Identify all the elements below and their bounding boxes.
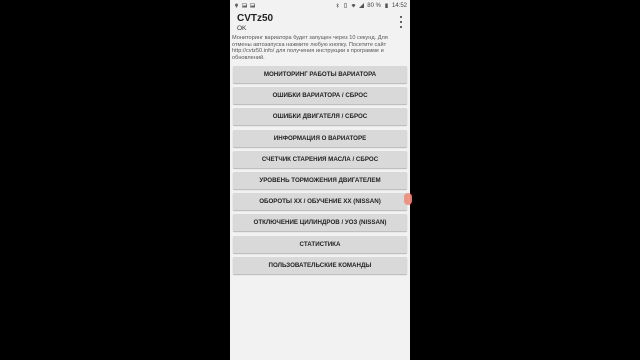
phone-screen: 80 % 14:52 CVTz50 OK Мониторинг вариатор… (230, 0, 410, 360)
app-title: CVTz50 (237, 13, 274, 24)
touch-indicator (404, 193, 412, 205)
autostart-info-text: Мониторинг вариатора будет запущен через… (232, 35, 388, 61)
location-icon (235, 3, 238, 8)
vibrate-icon (344, 3, 348, 8)
user-commands-button[interactable]: ПОЛЬЗОВАТЕЛЬСКИЕ КОМАНДЫ (233, 256, 407, 274)
image-icon (250, 3, 255, 8)
status-bar: 80 % 14:52 (230, 0, 410, 11)
clock: 14:52 (391, 2, 407, 9)
notification-icons (234, 3, 255, 8)
engine-braking-level-button[interactable]: УРОВЕНЬ ТОРМОЖЕНИЯ ДВИГАТЕЛЕМ (233, 171, 407, 189)
image-icon (242, 3, 247, 8)
bluetooth-icon (336, 3, 340, 8)
cylinder-cutoff-button[interactable]: ОТКЛЮЧЕНИЕ ЦИЛИНДРОВ / УОЗ (NISSAN) (233, 214, 407, 232)
oil-aging-counter-button[interactable]: СЧЕТЧИК СТАРЕНИЯ МАСЛА / СБРОС (233, 150, 407, 168)
statistics-button[interactable]: СТАТИСТИКА (233, 235, 407, 253)
cvt-info-button[interactable]: ИНФОРМАЦИЯ О ВАРИАТОРЕ (233, 129, 407, 147)
app-bar: CVTz50 OK (230, 11, 410, 35)
more-vert-icon[interactable] (398, 16, 404, 28)
idle-rpm-learning-button[interactable]: ОБОРОТЫ ХХ / ОБУЧЕНИЕ ХХ (NISSAN) (233, 193, 407, 211)
system-icons: 80 % 14:52 (335, 3, 407, 9)
signal-icon (359, 3, 365, 8)
wifi-icon (351, 4, 356, 8)
menu-button-list: МОНИТОРИНГ РАБОТЫ ВАРИАТОРА ОШИБКИ ВАРИА… (233, 66, 407, 278)
battery-icon (385, 3, 388, 8)
connection-status: OK (237, 25, 247, 32)
cvt-errors-reset-button[interactable]: ОШИБКИ ВАРИАТОРА / СБРОС (233, 87, 407, 105)
engine-errors-reset-button[interactable]: ОШИБКИ ДВИГАТЕЛЯ / СБРОС (233, 108, 407, 126)
cvt-monitoring-button[interactable]: МОНИТОРИНГ РАБОТЫ ВАРИАТОРА (233, 66, 407, 83)
battery-percent: 80 % (367, 2, 381, 9)
